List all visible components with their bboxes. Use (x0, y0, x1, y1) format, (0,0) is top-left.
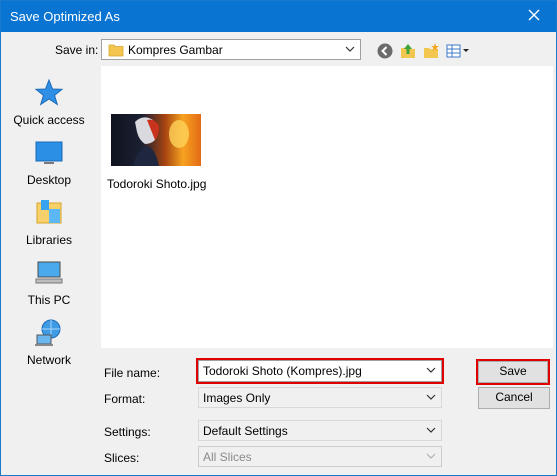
chevron-down-icon (426, 427, 436, 433)
slices-label: Slices: (104, 451, 140, 465)
file-name-label: File name: (104, 366, 161, 380)
sidebar-item-label: Libraries (25, 233, 73, 247)
chevron-down-icon (426, 453, 436, 459)
this-pc-icon (35, 261, 63, 284)
folder-icon (108, 44, 124, 57)
window-title: Save Optimized As (10, 9, 120, 24)
settings-label: Settings: (104, 425, 151, 439)
file-name-value: Todoroki Shoto (Kompres).jpg (203, 364, 362, 378)
back-icon[interactable] (376, 42, 394, 60)
sidebar-item-label: Network (26, 353, 71, 367)
slices-dropdown: All Slices (198, 446, 442, 467)
network-icon (35, 319, 61, 346)
cancel-button[interactable]: Cancel (478, 387, 550, 409)
save-in-value: Kompres Gambar (128, 43, 223, 57)
places-sidebar: Quick access Desktop Libraries This PC N… (5, 66, 93, 367)
save-in-dropdown[interactable]: Kompres Gambar (101, 39, 361, 60)
sidebar-item-network[interactable]: Network (5, 317, 93, 373)
save-in-label: Save in: (55, 43, 99, 57)
sidebar-item-quick-access[interactable]: Quick access (5, 77, 93, 133)
new-folder-icon[interactable] (422, 42, 440, 60)
quick-access-star-icon (34, 78, 64, 106)
sidebar-item-this-pc[interactable]: This PC (5, 257, 93, 313)
format-dropdown[interactable]: Images Only (198, 387, 442, 408)
view-menu-icon[interactable] (445, 42, 471, 60)
file-name-input[interactable]: Todoroki Shoto (Kompres).jpg (198, 360, 442, 382)
file-list-pane[interactable]: Todoroki Shoto.jpg (101, 66, 553, 348)
slices-value: All Slices (203, 450, 252, 464)
sidebar-item-label: This PC (27, 293, 71, 307)
settings-dropdown[interactable]: Default Settings (198, 420, 442, 441)
title-bar[interactable]: Save Optimized As (1, 1, 556, 32)
settings-value: Default Settings (203, 424, 288, 438)
chevron-down-icon (426, 394, 436, 400)
desktop-icon (35, 141, 63, 164)
chevron-down-icon[interactable] (426, 365, 436, 375)
sidebar-item-label: Quick access (13, 113, 85, 127)
sidebar-item-label: Desktop (26, 173, 72, 187)
sidebar-item-libraries[interactable]: Libraries (5, 197, 93, 253)
close-icon[interactable] (526, 7, 542, 23)
libraries-icon (36, 200, 62, 224)
file-name-label: Todoroki Shoto.jpg (107, 177, 207, 191)
image-thumbnail (111, 114, 201, 166)
format-label: Format: (104, 392, 146, 406)
up-folder-icon[interactable] (399, 42, 417, 60)
format-value: Images Only (203, 391, 271, 405)
sidebar-item-desktop[interactable]: Desktop (5, 137, 93, 193)
save-dialog: Save Optimized As Save in: Kompres Gamba… (0, 0, 557, 476)
chevron-down-icon (345, 46, 355, 52)
save-button[interactable]: Save (478, 361, 548, 383)
